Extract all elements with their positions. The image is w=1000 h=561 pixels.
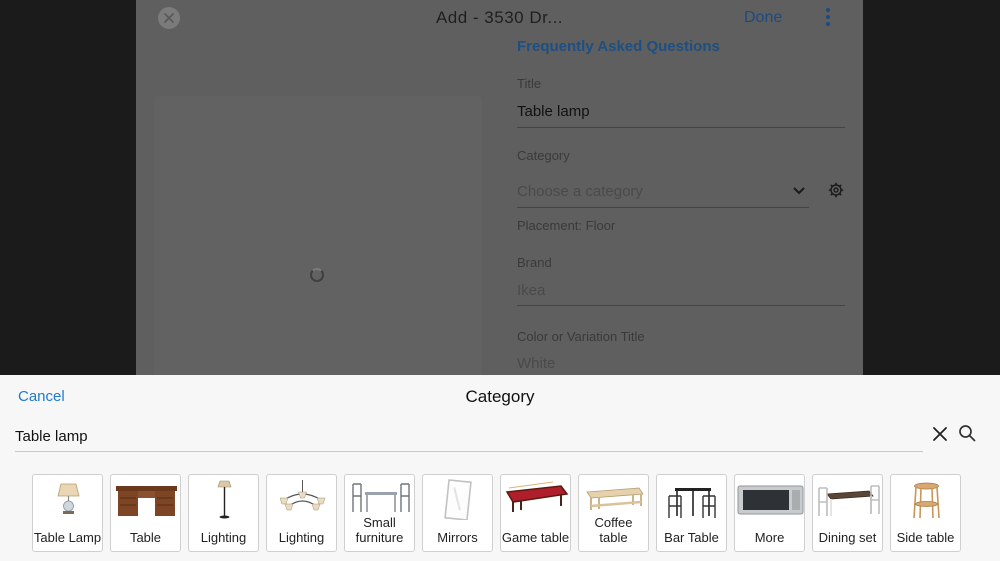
category-tile[interactable]: Bar Table	[656, 474, 727, 552]
category-select[interactable]: Choose a category	[517, 183, 643, 200]
search-bar	[15, 422, 923, 452]
tile-label: Lighting	[278, 530, 325, 545]
dining-chairs-icon	[352, 483, 410, 512]
search-icon[interactable]	[958, 424, 976, 442]
brand-field[interactable]: Ikea	[517, 282, 545, 299]
tile-label: Small furniture	[355, 515, 404, 545]
category-sheet: Cancel Category Table Lamp	[0, 375, 1000, 561]
category-tile[interactable]: Table	[110, 474, 181, 552]
side-table-icon	[913, 482, 940, 519]
tile-label: Side table	[896, 530, 955, 545]
category-tile[interactable]: More	[734, 474, 805, 552]
tile-label: More	[754, 530, 785, 545]
brand-underline	[517, 305, 845, 306]
brand-label: Brand	[517, 255, 552, 270]
search-input[interactable]	[15, 422, 915, 450]
chevron-down-icon[interactable]	[793, 186, 805, 196]
loading-spinner-icon	[310, 268, 324, 282]
category-tile[interactable]: Lighting	[188, 474, 259, 552]
tile-label: Coffee table	[594, 515, 633, 545]
modal-header: Add - 3530 Dr... Done	[136, 0, 863, 36]
category-tile[interactable]: Small furniture	[344, 474, 415, 552]
title-label: Title	[517, 76, 542, 91]
color-field[interactable]: White	[517, 355, 555, 372]
tile-label: Lighting	[200, 530, 247, 545]
clear-icon[interactable]	[932, 426, 948, 442]
desk-icon	[116, 486, 177, 516]
category-tile[interactable]: Coffee table	[578, 474, 649, 552]
gear-icon[interactable]	[828, 182, 844, 198]
tile-label: Mirrors	[437, 530, 478, 545]
coffee-table-icon	[586, 487, 644, 510]
microwave-icon	[737, 485, 804, 515]
table-lamp-icon	[57, 483, 80, 514]
image-preview-area	[154, 96, 482, 375]
add-item-modal: Add - 3530 Dr... Done Frequently Asked Q…	[136, 0, 863, 375]
more-options-icon[interactable]	[824, 8, 832, 28]
pool-table-icon	[505, 481, 569, 512]
category-label: Category	[517, 148, 570, 163]
mirror-icon	[444, 479, 472, 520]
category-tile[interactable]: Lighting	[266, 474, 337, 552]
bar-table-icon	[668, 488, 716, 518]
title-underline	[517, 127, 845, 128]
chandelier-icon	[279, 480, 326, 511]
done-button[interactable]: Done	[744, 9, 782, 27]
category-tile[interactable]: Mirrors	[422, 474, 493, 552]
tile-label: Table Lamp	[33, 530, 102, 545]
category-underline	[517, 207, 809, 208]
faq-link[interactable]: Frequently Asked Questions	[517, 38, 720, 55]
sheet-title: Category	[465, 387, 535, 406]
tile-label: Bar Table	[664, 530, 719, 545]
floor-lamp-icon	[217, 480, 232, 519]
category-tile[interactable]: Game table	[500, 474, 571, 552]
color-label: Color or Variation Title	[517, 329, 645, 344]
tile-label: Dining set	[818, 530, 877, 545]
dining-set-icon	[818, 485, 880, 516]
category-tile[interactable]: Dining set	[812, 474, 883, 552]
tile-label: Game table	[501, 530, 570, 545]
title-field[interactable]: Table lamp	[517, 103, 590, 120]
tile-label: Table	[129, 530, 162, 545]
placement-text: Placement: Floor	[517, 218, 616, 233]
category-tile[interactable]: Side table	[890, 474, 961, 552]
category-tile[interactable]: Table Lamp	[32, 474, 103, 552]
